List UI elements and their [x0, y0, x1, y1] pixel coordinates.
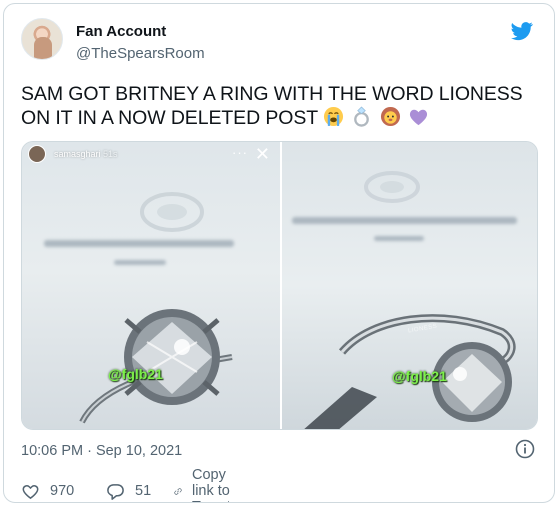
purple-heart-icon — [409, 109, 428, 126]
lion-face-icon — [380, 106, 400, 127]
info-icon[interactable] — [515, 439, 535, 459]
story-time: 51s — [103, 149, 118, 159]
watermark-right: @fglb21 — [392, 368, 447, 384]
tweet-timestamp[interactable]: 10:06 PM · Sep 10, 2021 — [21, 443, 182, 459]
ring-photo-left — [79, 192, 233, 424]
link-icon — [174, 487, 182, 495]
ring-photo-right — [304, 171, 516, 429]
like-count: 970 — [50, 483, 75, 499]
photo-left[interactable]: samasghari 51s ··· ✕ @fglb21 — [22, 142, 280, 429]
author-display-name[interactable]: Fan Account — [76, 22, 205, 41]
twitter-bird-icon[interactable] — [510, 20, 534, 42]
tweet-header: Fan Account @TheSpearsRoom — [21, 18, 538, 66]
reply-count: 51 — [135, 483, 152, 499]
watermark-left: @fglb21 — [108, 366, 163, 382]
copy-link-label: Copy link to Tweet — [191, 467, 231, 502]
story-avatar — [28, 145, 46, 163]
story-more-icon: ··· — [232, 145, 248, 160]
tweet-text: SAM GOT BRITNEY A RING WITH THE WORD LIO… — [21, 82, 541, 130]
media-grid: samasghari 51s ··· ✕ @fglb21 LIONESS @fg… — [21, 141, 538, 430]
tweet-text-body: SAM GOT BRITNEY A RING WITH THE WORD LIO… — [21, 83, 523, 129]
story-close-icon: ✕ — [254, 144, 270, 164]
reply-button[interactable]: 51 — [106, 480, 151, 502]
loudly-crying-face-icon — [324, 106, 344, 127]
heart-icon — [22, 484, 39, 499]
avatar[interactable] — [21, 18, 63, 60]
photo-right[interactable]: LIONESS @fglb21 — [282, 142, 537, 429]
like-button[interactable]: 970 — [21, 480, 74, 502]
tweet-card[interactable]: Fan Account @TheSpearsRoom SAM GOT BRITN… — [3, 3, 555, 503]
author-names[interactable]: Fan Account @TheSpearsRoom — [76, 22, 205, 63]
ring-icon — [354, 106, 370, 127]
reply-icon — [107, 483, 124, 500]
author-handle[interactable]: @TheSpearsRoom — [76, 44, 205, 63]
story-user: samasghari 51s — [54, 149, 118, 159]
copy-link-button[interactable]: Copy link to Tweet — [174, 467, 242, 502]
story-header: samasghari 51s ··· ✕ — [28, 145, 274, 165]
